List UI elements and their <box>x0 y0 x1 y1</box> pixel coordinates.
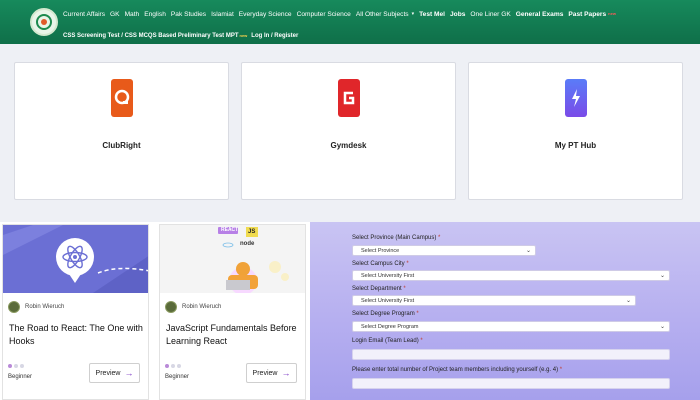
chevron-down-icon: ⌄ <box>625 298 631 304</box>
arrow-right-icon: → <box>124 367 134 378</box>
nav-all-other-subjects[interactable]: All Other Subjects <box>356 11 409 18</box>
department-label: Select Department * <box>352 286 406 292</box>
react-tag: REACT <box>221 227 239 233</box>
nav-one-liner-gk[interactable]: One Liner GK <box>470 11 510 18</box>
clubright-logo-icon <box>110 79 133 117</box>
nav-everyday-science[interactable]: Everyday Science <box>239 11 292 18</box>
gymdesk-logo-icon <box>337 79 360 117</box>
preview-label: Preview <box>252 369 278 377</box>
course-card[interactable]: Robin Wieruch The Road to React: The One… <box>2 224 149 400</box>
level-indicator <box>8 364 24 368</box>
nav-english[interactable]: English <box>144 11 166 18</box>
chevron-down-icon: ⌄ <box>659 324 665 330</box>
nav-login-register[interactable]: Log In / Register <box>251 33 298 39</box>
province-select[interactable]: Select Province ⌄ <box>352 245 536 256</box>
nav-computer-science[interactable]: Computer Science <box>297 11 351 18</box>
nav-css-screening-test[interactable]: CSS Screening Test / CSS MCQS Based Prel… <box>63 33 239 39</box>
tool-name: Gymdesk <box>330 141 367 150</box>
author-name: Robin Wieruch <box>182 304 222 310</box>
course-thumbnail <box>3 225 148 293</box>
tool-card-mypthub[interactable]: My PT Hub <box>468 62 683 200</box>
chevron-down-icon: ⌄ <box>659 273 665 279</box>
nav-math[interactable]: Math <box>125 11 140 18</box>
province-label: Select Province (Main Campus) * <box>352 235 441 241</box>
logo-dot-icon <box>41 19 47 25</box>
department-select[interactable]: Select University First ⌄ <box>352 295 636 306</box>
new-badge: new <box>239 33 248 38</box>
tool-card-clubright[interactable]: ClubRight <box>14 62 229 200</box>
nav-pak-studies[interactable]: Pak Studies <box>171 11 206 18</box>
nav-islamiat[interactable]: Islamiat <box>211 11 234 18</box>
login-email-label: Login Email (Team Lead) * <box>352 338 423 344</box>
nav-general-exams[interactable]: General Exams <box>516 11 564 18</box>
campus-city-select[interactable]: Select University First ⌄ <box>352 270 670 281</box>
course-level: Beginner <box>165 374 190 380</box>
arrow-right-icon: → <box>281 367 291 378</box>
course-title[interactable]: The Road to React: The One with Hooks <box>9 322 144 348</box>
new-badge: new <box>608 11 616 16</box>
node-tag: node <box>240 241 255 247</box>
team-members-label: Please enter total number of Project tea… <box>352 367 563 373</box>
nav-gk[interactable]: GK <box>110 11 120 18</box>
avatar <box>165 301 177 313</box>
preview-button[interactable]: Preview → <box>246 363 297 383</box>
level-indicator <box>165 364 181 368</box>
avatar <box>8 301 20 313</box>
site-header: Current Affairs GK Math English Pak Stud… <box>0 0 700 44</box>
author-name: Robin Wieruch <box>25 304 65 310</box>
degree-program-select[interactable]: Select Degree Program ⌄ <box>352 321 670 332</box>
site-logo[interactable] <box>30 8 58 36</box>
preview-label: Preview <box>95 369 121 377</box>
js-tag: JS <box>248 229 256 235</box>
chevron-down-icon[interactable]: ▾ <box>412 11 415 18</box>
tool-card-gymdesk[interactable]: Gymdesk <box>241 62 456 200</box>
degree-program-label: Select Degree Program * <box>352 311 419 317</box>
nav-test-mel[interactable]: Test Mel <box>419 11 445 18</box>
nav-current-affairs[interactable]: Current Affairs <box>63 11 105 18</box>
nav-past-papers[interactable]: Past Papers <box>568 11 606 18</box>
tool-name: ClubRight <box>102 141 141 150</box>
mypthub-logo-icon <box>564 79 587 117</box>
nav-jobs[interactable]: Jobs <box>450 11 465 18</box>
course-level: Beginner <box>8 374 33 380</box>
secondary-nav: CSS Screening Test / CSS MCQS Based Prel… <box>63 33 298 39</box>
course-card[interactable]: REACT JS node Robin Wieruch JavaScript F… <box>159 224 306 400</box>
preview-button[interactable]: Preview → <box>89 363 140 383</box>
login-email-input[interactable] <box>352 349 670 360</box>
campus-city-label: Select Campus City * <box>352 261 409 267</box>
course-title[interactable]: JavaScript Fundamentals Before Learning … <box>166 322 301 348</box>
registration-form: Select Province (Main Campus) * Select P… <box>310 222 700 400</box>
chevron-down-icon: ⌄ <box>525 248 531 254</box>
course-author: Robin Wieruch <box>8 301 64 313</box>
tool-name: My PT Hub <box>554 141 597 150</box>
course-author: Robin Wieruch <box>165 301 221 313</box>
main-nav: Current Affairs GK Math English Pak Stud… <box>63 11 616 18</box>
course-thumbnail: REACT JS node <box>160 225 305 293</box>
team-members-input[interactable] <box>352 378 670 389</box>
